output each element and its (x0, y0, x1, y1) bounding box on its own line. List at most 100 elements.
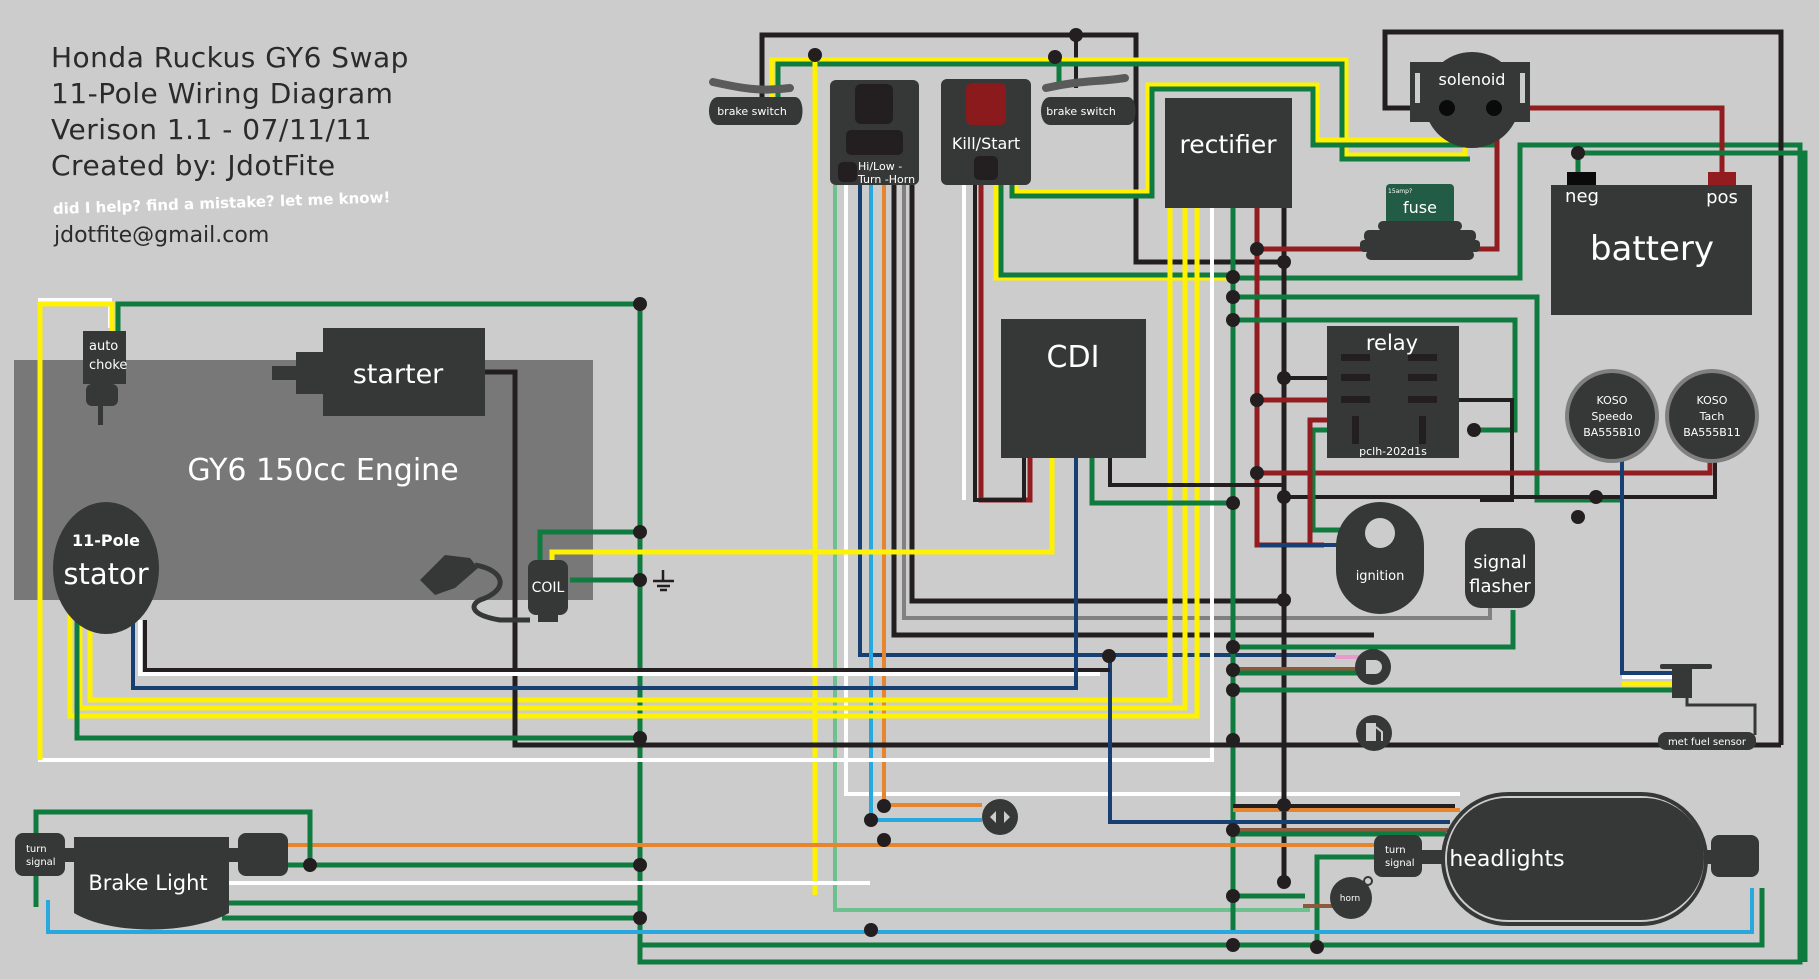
starter-solenoid: solenoid (1410, 52, 1530, 148)
wire-black-gauges (1284, 460, 1717, 499)
ignition-switch[interactable]: ignition (1336, 502, 1424, 614)
junction-dot (1250, 466, 1264, 480)
brake-switch-left-label: brake switch (717, 105, 787, 118)
speedo-label-1: KOSO (1597, 394, 1628, 407)
fuel-sensor: met fuel sensor (1658, 664, 1757, 750)
hi-low-turn-horn-switch[interactable]: Hi/Low - Turn -Horn (830, 80, 919, 186)
stator-label-2: stator (63, 557, 148, 591)
stator: 11-Pole stator (53, 502, 159, 634)
signal-flasher: signal flasher (1465, 528, 1535, 608)
junction-dot (633, 573, 647, 587)
wire-green-choke (115, 301, 640, 332)
junction-dot (633, 911, 647, 925)
front-turn-signal-right (1705, 835, 1759, 877)
cdi-unit: CDI (1001, 319, 1146, 458)
ignition-label: ignition (1356, 569, 1405, 584)
wiring-diagram: .w { fill:none; stroke-linejoin:miter; s… (14, 28, 1808, 965)
relay-model-label: pclh-202d1s (1359, 445, 1427, 458)
horn-label: horn (1340, 894, 1360, 904)
fuel-pump-icon (1366, 723, 1376, 741)
junction-dot (303, 858, 317, 872)
junction-dot (1467, 423, 1481, 437)
front-turn-label-1: turn (1385, 845, 1406, 856)
junction-dot (808, 48, 822, 62)
wire-dark-blue-sensor (1620, 460, 1672, 675)
flasher-label-1: signal (1473, 552, 1526, 573)
junction-dot (1226, 938, 1240, 952)
hi-low-label-2: Turn -Horn (857, 173, 915, 186)
wire-white-stator (138, 620, 1100, 676)
fuel-sensor-label: met fuel sensor (1668, 737, 1747, 748)
relay: relay pclh-202d1s (1327, 326, 1459, 458)
junction-dot (864, 923, 878, 937)
rear-turn-signal-left: turn signal (15, 833, 65, 876)
stator-label-1: 11-Pole (72, 531, 140, 550)
rectifier-label: rectifier (1179, 130, 1277, 159)
brake-switch-right[interactable]: brake switch (1041, 74, 1136, 125)
battery-neg-label: neg (1565, 186, 1599, 207)
rear-turn-label-1: turn (26, 844, 47, 855)
junction-dot (1310, 940, 1324, 954)
junction-dot (877, 799, 891, 813)
tach-label-2: Tach (1699, 410, 1725, 423)
junction-dot (1277, 875, 1291, 889)
junction-dot (1277, 490, 1291, 504)
junction-dot (633, 731, 647, 745)
coil-label: COIL (532, 580, 565, 596)
start-button[interactable] (974, 156, 998, 180)
battery-pos-label: pos (1706, 187, 1738, 208)
junction-dot (1226, 640, 1240, 654)
battery-neg-terminal (1567, 172, 1596, 185)
junction-dot (1277, 798, 1291, 812)
junction-dot (1277, 255, 1291, 269)
rear-turn-label-2: signal (26, 857, 56, 868)
tach-label-1: KOSO (1697, 394, 1728, 407)
fuse-rating-label: 15amp? (1388, 188, 1412, 195)
fuse-label: fuse (1403, 198, 1437, 217)
ground-icon (653, 570, 674, 592)
cdi-label: CDI (1047, 340, 1100, 375)
turn-indicator (982, 799, 1018, 835)
kill-start-label: Kill/Start (952, 134, 1020, 153)
headlight-indicator (1355, 649, 1391, 685)
koso-tachometer: KOSO Tach BA555B11 (1665, 369, 1759, 463)
rear-turn-signal-right (238, 833, 288, 876)
junction-dot (1226, 290, 1240, 304)
junction-dot (1571, 510, 1585, 524)
wire-green-flasher (1233, 610, 1516, 650)
junction-dot (1571, 146, 1585, 160)
junction-dot (1226, 270, 1240, 284)
wire-black-stator (143, 620, 1110, 672)
headlights-label: headlights (1449, 847, 1564, 872)
junction-dot (1048, 50, 1062, 64)
junction-dot (1589, 490, 1603, 504)
junction-dot (1226, 313, 1240, 327)
junction-dot (1102, 649, 1116, 663)
kill-button[interactable] (966, 83, 1006, 125)
battery-pos-terminal (1708, 172, 1736, 185)
battery-label: battery (1590, 229, 1714, 269)
key-slot-icon (1365, 518, 1395, 548)
junction-dot (1277, 593, 1291, 607)
brake-switch-right-label: brake switch (1046, 105, 1116, 118)
rectifier: rectifier (1165, 98, 1292, 208)
front-turn-label-2: signal (1385, 858, 1415, 869)
auto-choke-label-1: auto (89, 339, 118, 354)
speedo-label-2: Speedo (1591, 410, 1632, 423)
junction-dot (1226, 683, 1240, 697)
front-turn-signal-left: turn signal (1374, 835, 1445, 877)
junction-dot (877, 833, 891, 847)
flasher-label-2: flasher (1469, 576, 1531, 597)
brake-switch-left[interactable]: brake switch (709, 78, 803, 125)
fuse: 15amp? fuse (1360, 184, 1480, 260)
junction-dot (1226, 733, 1240, 747)
engine-label: GY6 150cc Engine (187, 453, 458, 488)
wire-orange-hilow (882, 185, 982, 807)
speedo-label-3: BA555B10 (1583, 426, 1641, 439)
brake-light: Brake Light (60, 837, 240, 930)
junction-dot (633, 525, 647, 539)
kill-start-switch[interactable]: Kill/Start (941, 79, 1031, 185)
wire-red-gauges (1257, 460, 1713, 476)
headlights: headlights (1441, 792, 1708, 926)
battery: neg pos battery (1551, 172, 1752, 315)
